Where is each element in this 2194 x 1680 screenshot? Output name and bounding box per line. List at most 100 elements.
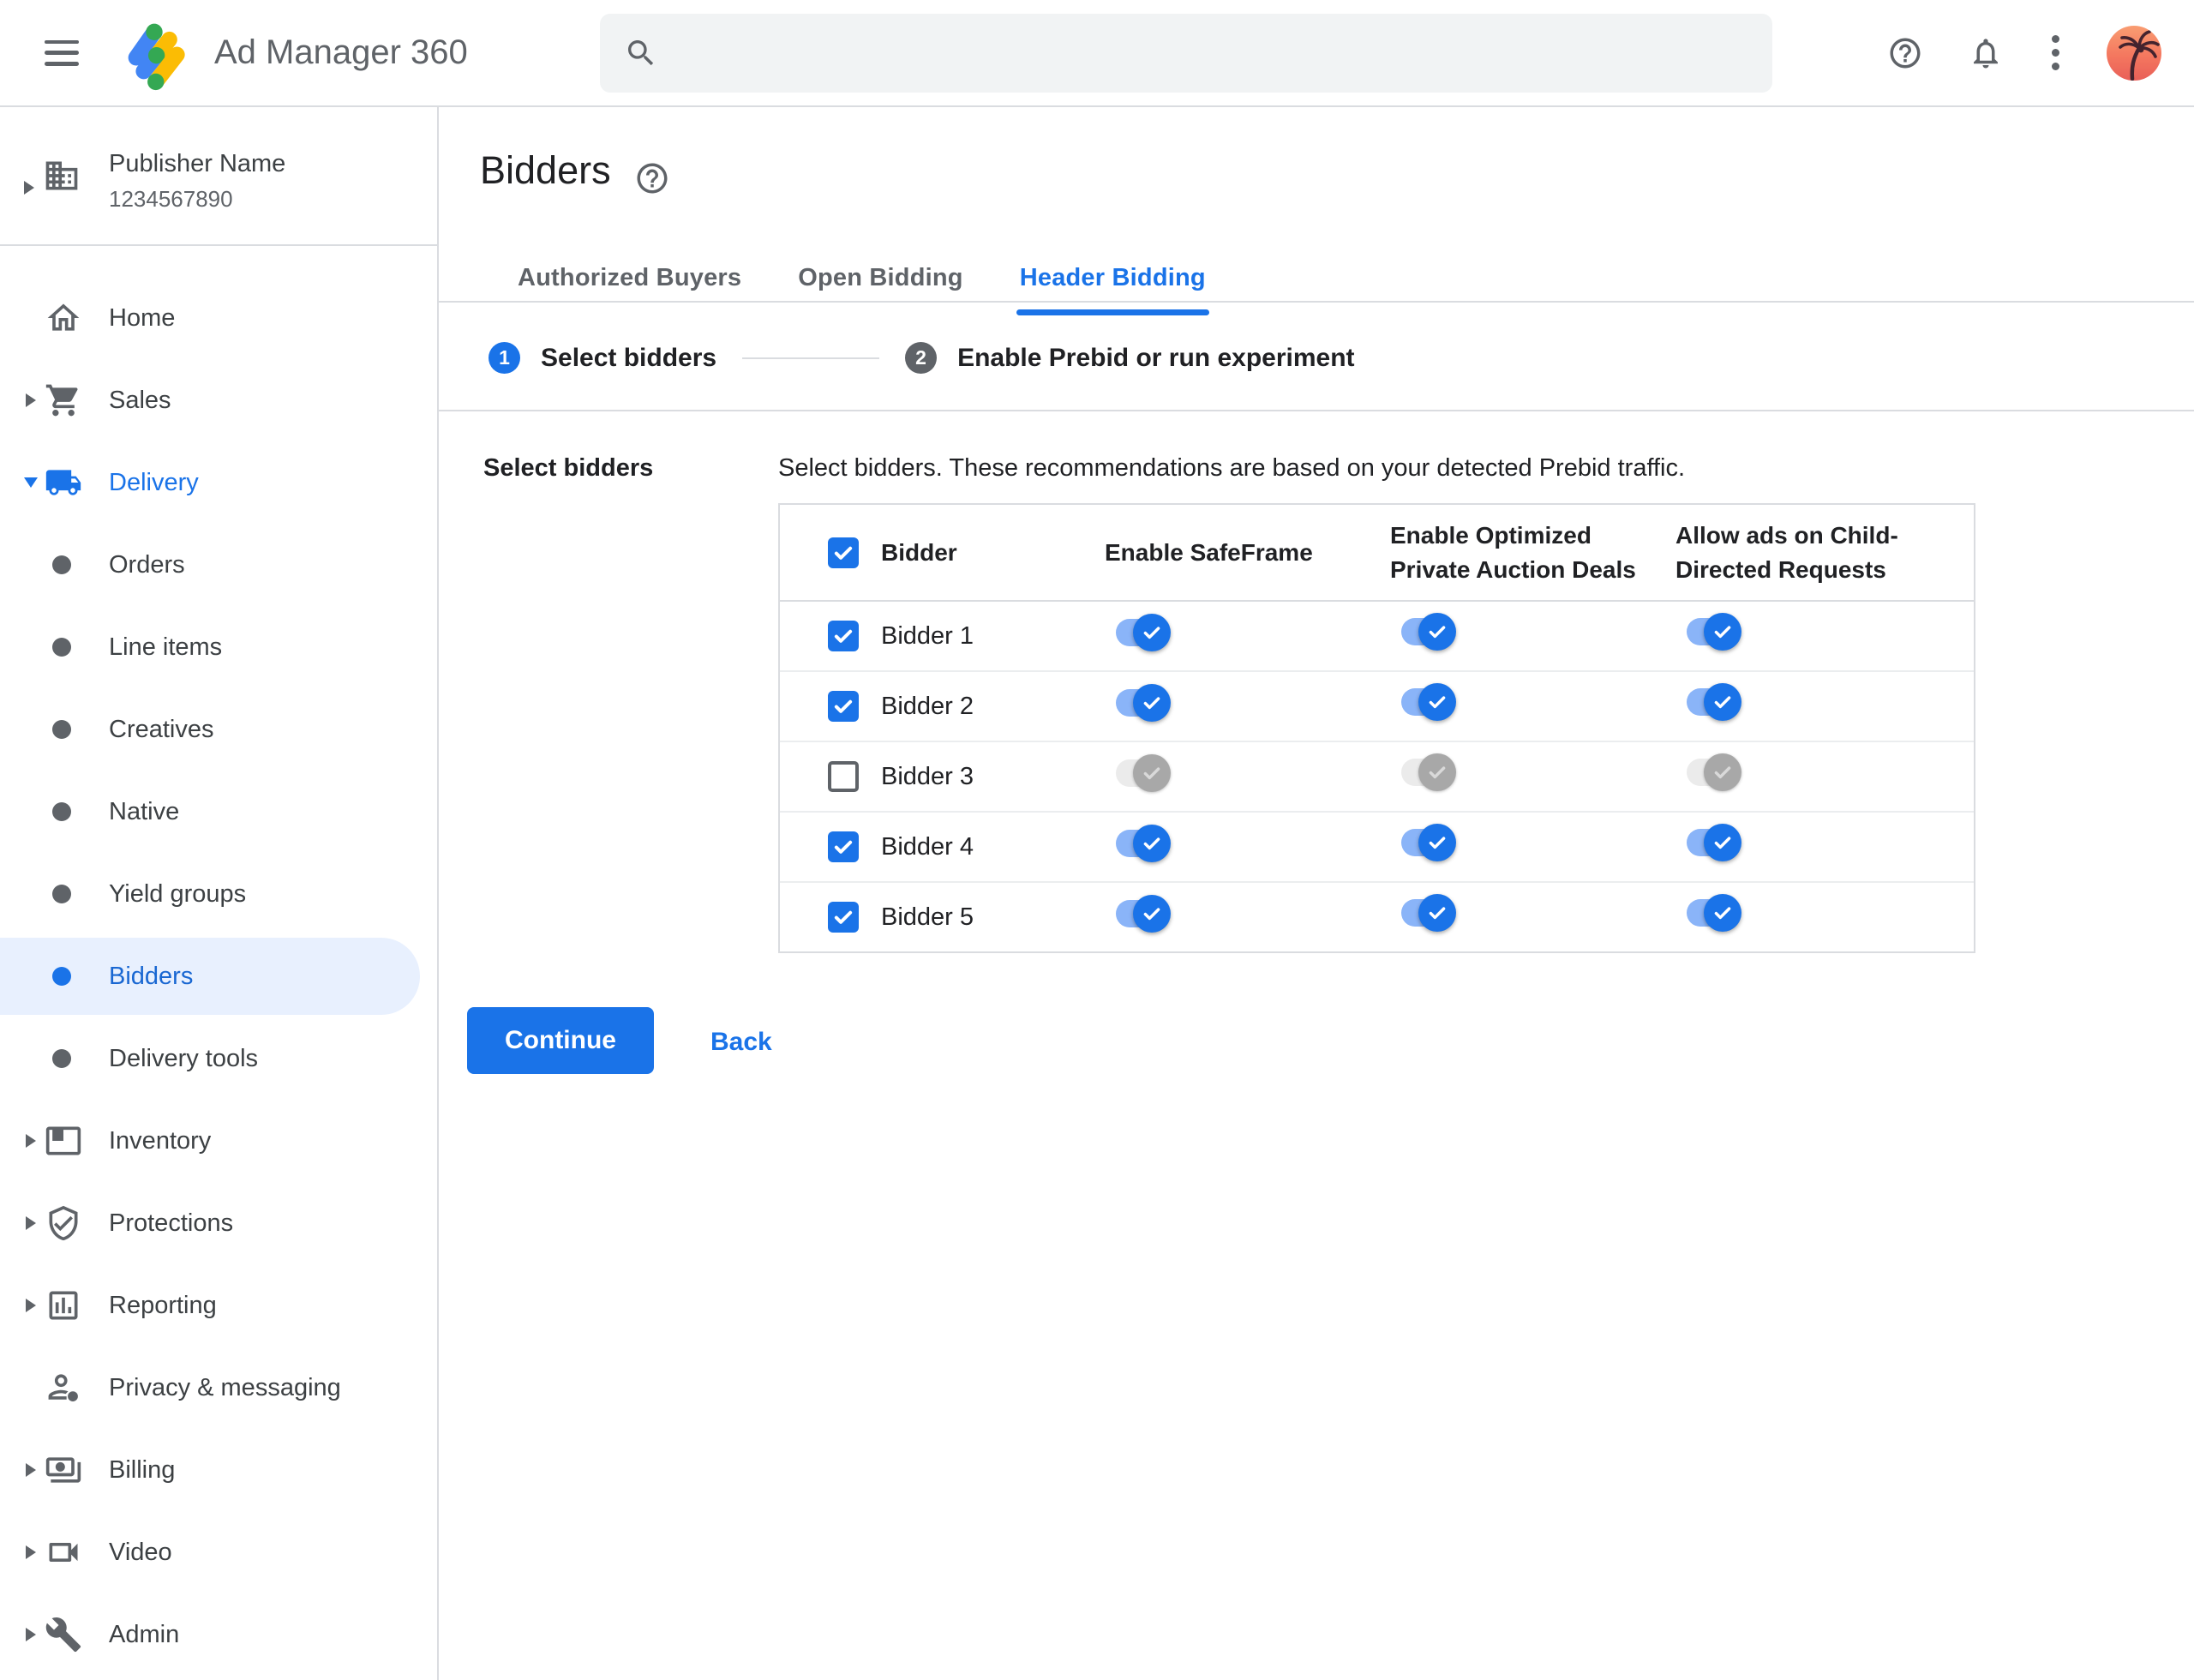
avatar[interactable] <box>2107 25 2161 81</box>
continue-button[interactable]: Continue <box>467 1007 654 1074</box>
table-row: Bidder 2 <box>780 672 1974 742</box>
title-help-icon[interactable] <box>634 160 670 196</box>
optimized-deals-toggle[interactable] <box>1401 612 1456 651</box>
sidebar-item-protections[interactable]: Protections <box>0 1182 437 1264</box>
expand-caret-icon <box>26 1463 36 1477</box>
sidebar-item-line-items[interactable]: Line items <box>0 606 437 688</box>
column-header-optimized-deals: Enable Optimized Private Auction Deals <box>1390 521 1636 583</box>
notifications-bell-icon[interactable] <box>1968 35 2004 71</box>
optimized-deals-toggle[interactable] <box>1401 682 1456 721</box>
step-connector-line <box>742 357 880 359</box>
expand-caret-icon <box>26 393 36 407</box>
tab-authorized-buyers[interactable]: Authorized Buyers <box>514 264 745 315</box>
overflow-menu-icon[interactable] <box>2048 35 2062 70</box>
child-directed-toggle[interactable] <box>1687 612 1741 651</box>
tab-header-bidding[interactable]: Header Bidding <box>1016 264 1209 315</box>
content-divider <box>439 410 2194 411</box>
tab-open-bidding[interactable]: Open Bidding <box>794 264 967 315</box>
sidebar-item-creatives[interactable]: Creatives <box>0 688 437 771</box>
bullet-icon <box>52 555 71 574</box>
sidebar-item-privacy-messaging[interactable]: Privacy & messaging <box>0 1347 437 1429</box>
step-select-bidders[interactable]: 1 Select bidders <box>489 342 716 374</box>
row-checkbox[interactable] <box>828 831 859 862</box>
row-checkbox[interactable] <box>828 761 859 792</box>
inventory-icon <box>45 1126 81 1155</box>
sidebar-item-delivery-tools[interactable]: Delivery tools <box>0 1017 437 1100</box>
sidebar-item-bidders[interactable]: Bidders <box>0 938 420 1015</box>
step-number-badge: 2 <box>905 342 938 374</box>
back-button[interactable]: Back <box>697 1017 786 1067</box>
truck-icon <box>45 470 81 495</box>
app-name: Ad Manager 360 <box>214 33 468 71</box>
expand-caret-icon <box>26 1216 36 1230</box>
bidders-table: Bidder Enable SafeFrame Enable Optimized… <box>778 503 1975 953</box>
sidebar-item-native[interactable]: Native <box>0 771 437 853</box>
bidder-name: Bidder 1 <box>881 621 974 650</box>
child-directed-toggle[interactable] <box>1687 893 1741 932</box>
search-input[interactable] <box>677 38 1764 69</box>
sidebar-item-yield-groups[interactable]: Yield groups <box>0 853 437 935</box>
child-directed-toggle[interactable] <box>1687 682 1741 721</box>
bullet-icon <box>52 1049 71 1068</box>
optimized-deals-toggle[interactable] <box>1401 823 1456 861</box>
child-directed-toggle[interactable] <box>1687 753 1741 791</box>
bullet-icon <box>52 802 71 821</box>
sidebar-item-reporting[interactable]: Reporting <box>0 1264 437 1347</box>
help-icon[interactable] <box>1887 35 1923 71</box>
sidebar-item-billing[interactable]: Billing <box>0 1429 437 1511</box>
sidebar-item-delivery[interactable]: Delivery <box>0 441 437 524</box>
select-all-checkbox[interactable] <box>828 537 859 568</box>
top-app-bar: Ad Manager 360 <box>0 0 2194 107</box>
table-row: Bidder 3 <box>780 742 1974 813</box>
optimized-deals-toggle[interactable] <box>1401 893 1456 932</box>
row-checkbox[interactable] <box>828 902 859 933</box>
expand-caret-icon <box>26 1134 36 1148</box>
sidebar-item-orders[interactable]: Orders <box>0 524 437 606</box>
wrench-icon <box>45 1617 81 1653</box>
column-header-safeframe: Enable SafeFrame <box>1105 538 1313 566</box>
bidder-name: Bidder 4 <box>881 832 974 861</box>
safeframe-toggle[interactable] <box>1116 825 1171 862</box>
row-checkbox[interactable] <box>828 691 859 722</box>
description-text: Select bidders. These recommendations ar… <box>778 454 1686 482</box>
cart-icon <box>45 384 78 417</box>
table-header-row: Bidder Enable SafeFrame Enable Optimized… <box>780 505 1974 602</box>
expand-caret-icon <box>26 1299 36 1312</box>
tab-bar: Authorized Buyers Open Bidding Header Bi… <box>514 264 1209 315</box>
column-header-child-directed: Allow ads on Child-Directed Requests <box>1675 521 1898 583</box>
shield-check-icon <box>49 1205 78 1241</box>
sidebar-item-inventory[interactable]: Inventory <box>0 1100 437 1182</box>
publisher-name: Publisher Name <box>109 150 286 177</box>
sidebar-item-home[interactable]: Home <box>0 277 437 359</box>
stepper: 1 Select bidders 2 Enable Prebid or run … <box>489 342 1355 374</box>
child-directed-toggle[interactable] <box>1687 823 1741 861</box>
publisher-selector[interactable]: Publisher Name 1234567890 <box>0 107 437 246</box>
safeframe-toggle[interactable] <box>1116 895 1171 933</box>
bidder-name: Bidder 2 <box>881 692 974 720</box>
bidder-name: Bidder 5 <box>881 903 974 931</box>
optimized-deals-toggle[interactable] <box>1401 753 1456 791</box>
safeframe-toggle[interactable] <box>1116 754 1171 792</box>
bullet-icon <box>52 885 71 903</box>
column-header-bidder: Bidder <box>881 538 957 566</box>
home-icon <box>47 303 80 331</box>
search-bar[interactable] <box>600 14 1772 93</box>
publisher-id: 1234567890 <box>109 186 233 212</box>
section-label: Select bidders <box>483 454 654 482</box>
bullet-icon <box>52 967 71 986</box>
table-row: Bidder 1 <box>780 602 1974 672</box>
safeframe-toggle[interactable] <box>1116 684 1171 722</box>
video-camera-icon <box>49 1543 78 1562</box>
expand-caret-icon <box>26 1628 36 1641</box>
safeframe-toggle[interactable] <box>1116 614 1171 651</box>
hamburger-menu-icon[interactable] <box>45 39 79 66</box>
sidebar-item-admin[interactable]: Admin <box>0 1593 437 1676</box>
bullet-icon <box>52 720 71 739</box>
table-row: Bidder 5 <box>780 883 1974 951</box>
bullet-icon <box>52 638 71 657</box>
step-enable-prebid[interactable]: 2 Enable Prebid or run experiment <box>905 342 1355 374</box>
row-checkbox[interactable] <box>828 621 859 651</box>
sidebar-item-sales[interactable]: Sales <box>0 359 437 441</box>
sidebar-item-video[interactable]: Video <box>0 1511 437 1593</box>
page-title: Bidders <box>480 148 611 192</box>
